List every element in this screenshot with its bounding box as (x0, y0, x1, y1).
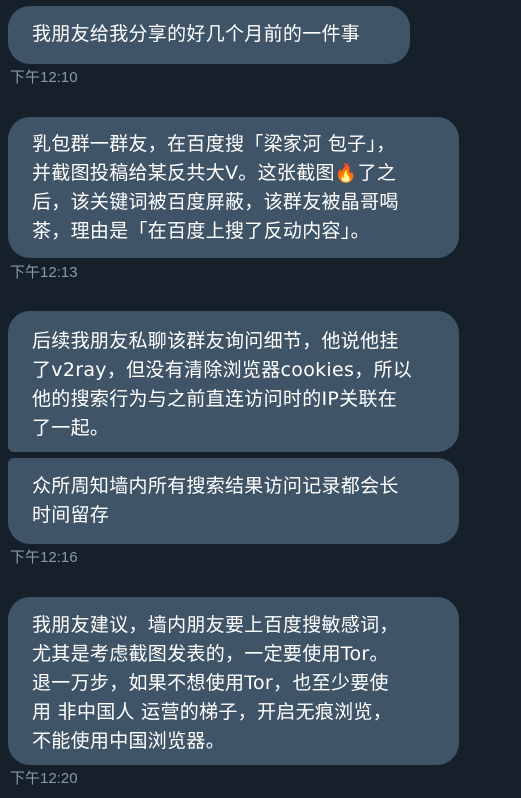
message-text: 了v2ray，但没有清除浏览器cookies，所以 (32, 359, 413, 381)
message-text: 尤其是考虑截图发表的，一定要使用Tor。 (32, 643, 389, 665)
message-text: 退一万步，如果不想使用Tor，也至少要使 (32, 672, 389, 694)
chat-thread: 我朋友给我分享的好几个月前的一件事 下午12:10 乳包群一群友，在百度搜「梁家… (0, 0, 521, 798)
message-text: 后，该关键词被百度屏蔽，该群友被晶哥喝 (32, 191, 399, 213)
message-bubble[interactable]: 我朋友建议，墙内朋友要上百度搜敏感词， 尤其是考虑截图发表的，一定要使用Tor。… (8, 597, 459, 765)
message-bubble[interactable]: 我朋友给我分享的好几个月前的一件事 (8, 6, 410, 64)
message-text: 用 非中国人 运营的梯子，开启无痕浏览， (32, 701, 393, 723)
message-bubble[interactable]: 后续我朋友私聊该群友询问细节，他说他挂 了v2ray，但没有清除浏览器cooki… (8, 311, 459, 452)
timestamp: 下午12:13 (10, 264, 78, 281)
message-text: 我朋友给我分享的好几个月前的一件事 (32, 23, 361, 45)
message-text-with-emoji: 并截图投稿给某反共大V。这张截图🔥了之 (32, 162, 397, 184)
message-text: 茶，理由是「在百度上搜了反动内容」。 (32, 220, 370, 242)
message-text: 他的搜索行为与之前直连访问时的IP关联在 (32, 388, 398, 410)
timestamp: 下午12:16 (10, 549, 78, 566)
message-text: 时间留存 (32, 504, 110, 526)
message-text: 不能使用中国浏览器。 (32, 730, 226, 752)
fire-emoji-icon: 🔥 (334, 163, 358, 184)
message-text: 我朋友建议，墙内朋友要上百度搜敏感词， (32, 614, 399, 636)
message-text: 众所周知墙内所有搜索结果访问记录都会长 (32, 475, 399, 497)
message-bubble[interactable]: 众所周知墙内所有搜索结果访问记录都会长 时间留存 (8, 458, 459, 544)
timestamp: 下午12:10 (10, 69, 78, 86)
message-text: 后续我朋友私聊该群友询问细节，他说他挂 (32, 330, 399, 352)
message-bubble[interactable]: 乳包群一群友，在百度搜「梁家河 包子」， 并截图投稿给某反共大V。这张截图🔥了之… (8, 117, 459, 258)
message-text: 了一起。 (32, 417, 110, 439)
timestamp: 下午12:20 (10, 770, 78, 787)
message-text: 乳包群一群友，在百度搜「梁家河 包子」， (32, 133, 396, 155)
